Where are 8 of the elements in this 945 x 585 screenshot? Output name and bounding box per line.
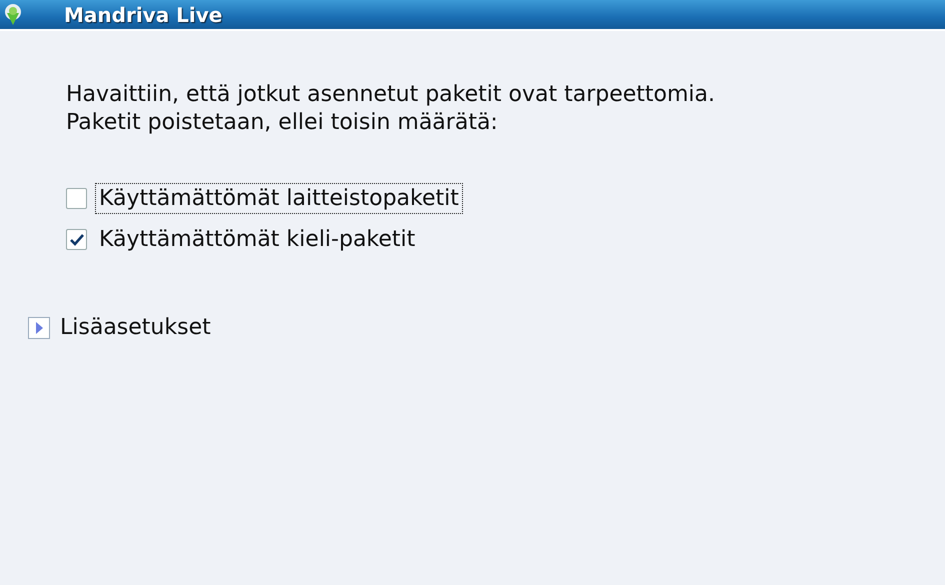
logo-icon — [2, 2, 24, 26]
checkbox-label[interactable]: Käyttämättömät laitteistopaketit — [95, 183, 463, 214]
checkbox[interactable] — [66, 229, 87, 250]
checkbox[interactable] — [66, 188, 87, 209]
window-title: Mandriva Live — [64, 2, 222, 26]
checkbox-label[interactable]: Käyttämättömät kieli-paketit — [95, 224, 420, 255]
message-text: Havaittiin, että jotkut asennetut paketit ovat tarpeettomia. Paketit poistetaan, ellei toisin määrätä: — [66, 81, 716, 137]
expander[interactable]: Lisäasetukset — [28, 315, 945, 340]
